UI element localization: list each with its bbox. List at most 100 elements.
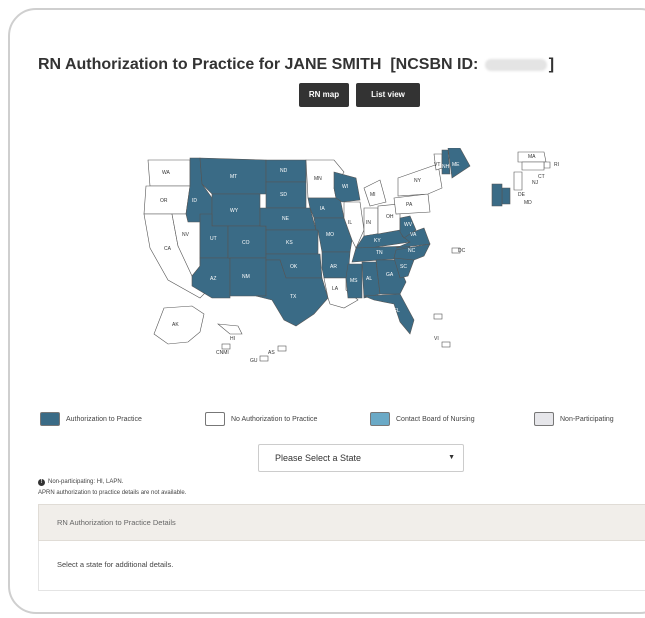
state-label-mt: MT bbox=[230, 174, 237, 180]
page-title: RN Authorization to Practice for JANE SM… bbox=[38, 56, 554, 74]
non-participating-note: ! Non-participating: HI, LAPN. bbox=[38, 479, 123, 486]
inset-state-ct[interactable] bbox=[521, 161, 545, 171]
state-label-mi: MI bbox=[370, 192, 376, 198]
vi-marker[interactable] bbox=[441, 341, 451, 348]
state-label-tx: TX bbox=[290, 294, 297, 300]
inset-state-de[interactable] bbox=[501, 187, 511, 205]
ncsbn-id-label: [NCSBN ID: bbox=[390, 56, 479, 73]
state-label-ak: AK bbox=[172, 322, 179, 328]
legend-not-authorized: No Authorization to Practice bbox=[205, 411, 317, 427]
info-icon: ! bbox=[38, 479, 45, 486]
state-label-fl: FL bbox=[394, 308, 400, 314]
state-label-as: AS bbox=[268, 350, 275, 356]
state-select[interactable]: Please Select a State ▼ bbox=[258, 444, 464, 472]
state-label-sc: SC bbox=[400, 264, 407, 270]
inset-state-ri[interactable] bbox=[543, 161, 551, 169]
state-label-wa: WA bbox=[162, 170, 171, 176]
state-label-ga: GA bbox=[386, 272, 394, 278]
inset-label-ct: CT bbox=[538, 174, 545, 180]
state-label-id: ID bbox=[192, 198, 197, 204]
legend-swatch-not-authorized bbox=[205, 412, 225, 426]
legend-swatch-contact-board bbox=[370, 412, 390, 426]
legend-label: Contact Board of Nursing bbox=[396, 415, 475, 423]
legend-swatch-authorized bbox=[40, 412, 60, 426]
state-label-ca: CA bbox=[164, 246, 172, 252]
inset-label-de: DE bbox=[518, 192, 526, 198]
state-fl[interactable] bbox=[363, 293, 415, 335]
legend-label: Non-Participating bbox=[560, 415, 614, 423]
non-participating-text: Non-participating: HI, LAPN. bbox=[48, 479, 124, 485]
chevron-down-icon: ▼ bbox=[448, 454, 455, 461]
state-label-oh: OH bbox=[386, 214, 394, 220]
state-label-vi: VI bbox=[434, 336, 439, 342]
state-label-ar: AR bbox=[330, 264, 337, 270]
state-label-la: LA bbox=[332, 286, 339, 292]
nurse-name: JANE SMITH bbox=[284, 56, 382, 73]
state-label-mn: MN bbox=[314, 176, 322, 182]
state-label-ne: NE bbox=[282, 216, 290, 222]
inset-state-nj[interactable] bbox=[513, 171, 523, 191]
guam-marker[interactable] bbox=[259, 355, 269, 362]
inset-state-md[interactable] bbox=[491, 183, 503, 207]
state-label-co: CO bbox=[242, 240, 250, 246]
state-label-wv: WV bbox=[404, 222, 413, 228]
state-label-ut: UT bbox=[210, 236, 217, 242]
aprn-note: APRN authorization to practice details a… bbox=[38, 490, 187, 496]
state-label-ia: IA bbox=[320, 206, 325, 212]
state-label-ky: KY bbox=[374, 238, 381, 244]
state-ia[interactable] bbox=[307, 197, 345, 219]
state-label-wy: WY bbox=[230, 208, 239, 214]
inset-label-md: MD bbox=[524, 200, 532, 206]
state-label-pa: PA bbox=[406, 202, 413, 208]
state-label-nh: NH bbox=[442, 164, 450, 170]
pr-marker[interactable] bbox=[433, 313, 443, 320]
details-panel-message: Select a state for additional details. bbox=[38, 541, 645, 591]
ncsbn-id-close: ] bbox=[548, 56, 555, 73]
state-label-cnmi: CNMI bbox=[216, 350, 229, 356]
state-label-vt: VT bbox=[434, 162, 440, 168]
legend-label: No Authorization to Practice bbox=[231, 415, 318, 423]
legend-swatch-non-participating bbox=[534, 412, 554, 426]
us-state-map: WA OR CA NV ID MT WY UT AZ CO NM ND SD NE KS OK TX MN IA MO… bbox=[143, 148, 471, 364]
redacted-id bbox=[484, 58, 547, 71]
state-label-in: IN bbox=[366, 220, 371, 226]
legend-label: Authorization to Practice bbox=[66, 415, 142, 423]
inset-label-ri: RI bbox=[554, 162, 559, 168]
inset-label-nj: NJ bbox=[532, 180, 539, 186]
state-label-wi: WI bbox=[342, 184, 348, 190]
state-label-il: IL bbox=[348, 220, 352, 226]
state-label-tn: TN bbox=[376, 250, 383, 256]
state-label-hi: HI bbox=[230, 336, 235, 342]
inset-label-ma: MA bbox=[528, 154, 536, 160]
details-panel-heading: RN Authorization to Practice Details bbox=[38, 504, 645, 541]
state-label-dc: DC bbox=[458, 248, 466, 254]
northeast-inset-map: RI CTNJ DE MD MA bbox=[491, 151, 559, 207]
state-hi[interactable] bbox=[217, 323, 243, 335]
state-label-or: OR bbox=[160, 198, 168, 204]
state-label-nv: NV bbox=[182, 232, 190, 238]
state-label-sd: SD bbox=[280, 192, 287, 198]
list-view-button[interactable]: List view bbox=[356, 83, 420, 107]
state-label-va: VA bbox=[410, 232, 417, 238]
as-marker[interactable] bbox=[277, 345, 287, 352]
state-label-al: AL bbox=[366, 276, 372, 282]
legend-authorized: Authorization to Practice bbox=[40, 411, 142, 427]
state-label-ks: KS bbox=[286, 240, 293, 246]
state-label-me: ME bbox=[452, 162, 460, 168]
state-select-value: Please Select a State bbox=[275, 453, 362, 463]
legend-contact-board: Contact Board of Nursing bbox=[370, 411, 475, 427]
state-label-ny: NY bbox=[414, 178, 422, 184]
state-label-gu: GU bbox=[250, 358, 258, 364]
state-ak[interactable] bbox=[153, 305, 205, 345]
legend-non-participating: Non-Participating bbox=[534, 411, 614, 427]
rn-map-button[interactable]: RN map bbox=[299, 83, 349, 107]
title-prefix: RN Authorization to Practice for bbox=[38, 56, 285, 73]
state-label-nd: ND bbox=[280, 168, 288, 174]
cnmi-marker[interactable] bbox=[221, 343, 231, 350]
state-label-mo: MO bbox=[326, 232, 334, 238]
state-label-nc: NC bbox=[408, 248, 416, 254]
state-label-az: AZ bbox=[210, 276, 216, 282]
state-label-nm: NM bbox=[242, 274, 250, 280]
state-label-ok: OK bbox=[290, 264, 298, 270]
state-label-ms: MS bbox=[350, 278, 358, 284]
